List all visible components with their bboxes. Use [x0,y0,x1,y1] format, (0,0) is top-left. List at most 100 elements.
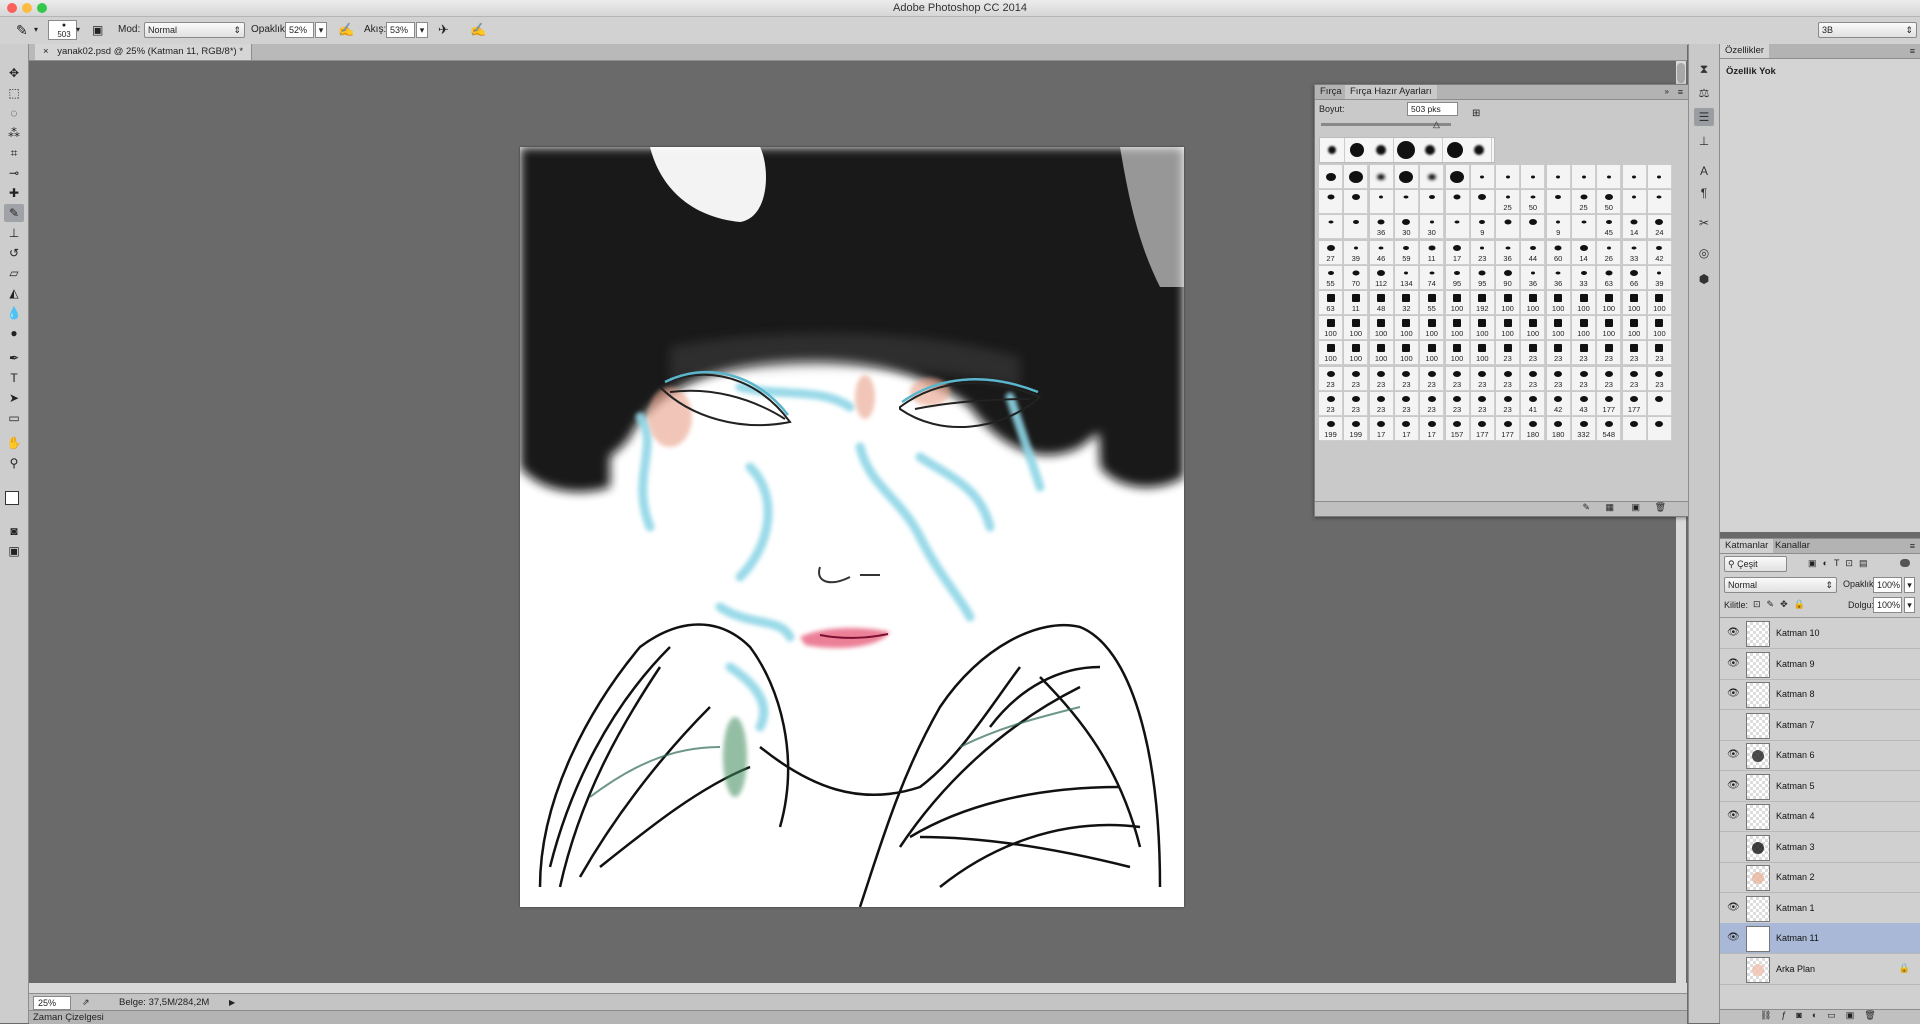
eye-icon[interactable]: 👁 [1727,688,1740,700]
brush-preset[interactable]: 100 [1344,316,1369,341]
brush-preset[interactable]: 100 [1647,316,1672,341]
brush-tool-icon[interactable]: ✎ [16,22,28,38]
brush-preset[interactable]: 23 [1496,341,1521,366]
brush-preset[interactable]: 23 [1344,366,1369,391]
eye-hidden-icon[interactable] [1727,963,1739,975]
brush-preset[interactable]: 17 [1369,417,1394,441]
brush-preset[interactable]: 23 [1319,366,1343,391]
airbrush-icon[interactable]: ✈ [438,22,449,38]
layer-row[interactable]: 👁 Katman 5 [1720,771,1920,802]
brush-preset[interactable] [1344,215,1369,240]
export-icon[interactable]: ⇗ [82,994,90,1011]
layer-row[interactable]: 👁 Katman 6 [1720,740,1920,771]
brush-preset[interactable]: 23 [1445,391,1470,416]
brush-preset[interactable]: 23 [1572,341,1596,366]
3d-icon[interactable]: ⬢ [1694,270,1714,288]
brush-preset[interactable] [1597,165,1622,189]
brush-preset[interactable]: 100 [1445,291,1470,315]
brush-preset[interactable] [1496,165,1521,189]
layer-row[interactable]: Katman 7 [1720,710,1920,741]
brush-preset[interactable]: 23 [1496,391,1521,416]
brush-preset[interactable]: 23 [1394,391,1419,416]
brush-preset[interactable]: 23 [1546,366,1571,391]
brush-preset[interactable]: 100 [1470,316,1495,341]
tab-brush[interactable]: Fırça [1315,85,1347,99]
eye-icon[interactable]: 👁 [1727,749,1740,761]
brush-preset[interactable]: 17 [1420,417,1445,441]
layer-filter-select[interactable]: ⚲ Çeşit [1724,556,1787,572]
brush-preset[interactable]: 95 [1445,265,1470,290]
tab-channels[interactable]: Kanallar [1770,539,1815,553]
clone-stamp-tool-icon[interactable]: ⊥ [4,224,24,242]
eraser-tool-icon[interactable]: ▱ [4,264,24,282]
brush-preset[interactable] [1470,165,1495,189]
quick-select-tool-icon[interactable]: ⁂ [4,124,24,142]
brush-preset[interactable]: 25 [1572,190,1596,215]
brush-preset[interactable]: 30 [1420,215,1445,240]
eye-icon[interactable]: 👁 [1727,902,1740,914]
eye-icon[interactable]: 👁 [1727,658,1740,670]
tab-properties[interactable]: Özellikler [1720,44,1770,58]
recent-brush[interactable] [1344,138,1370,162]
panel-menu-icon[interactable]: ≡ [1905,539,1920,553]
brush-preset[interactable]: 45 [1597,215,1622,240]
recent-brush[interactable] [1442,138,1468,162]
brush-preset[interactable] [1445,190,1470,215]
recent-brush[interactable] [1369,138,1394,162]
panel-menu-icon[interactable]: ≡ [1905,44,1920,58]
pressure-opacity-icon[interactable]: ✍ [338,22,354,38]
brush-preset[interactable]: 100 [1572,291,1596,315]
eye-icon[interactable]: 👁 [1727,780,1740,792]
document-tab[interactable]: × yanak02.psd @ 25% (Katman 11, RGB/8*) … [35,44,253,60]
brush-preset[interactable]: 14 [1622,215,1647,240]
eye-icon[interactable]: 👁 [1727,932,1740,944]
brush-preset[interactable]: 42 [1647,240,1672,265]
brush-preset[interactable] [1319,165,1343,189]
brush-preset[interactable]: 177 [1470,417,1495,441]
brush-preset[interactable]: 23 [1445,366,1470,391]
minimize-window-button[interactable] [22,3,32,13]
brush-preset[interactable]: 23 [1420,391,1445,416]
brush-preset[interactable]: 100 [1572,316,1596,341]
brush-preset[interactable]: 157 [1445,417,1470,441]
brush-preset[interactable] [1546,190,1571,215]
brush-preset[interactable]: 95 [1470,265,1495,290]
brush-preset[interactable] [1647,391,1672,416]
opacity-input[interactable]: 52% [285,22,314,38]
brush-preset[interactable]: 100 [1622,316,1647,341]
brush-preset[interactable] [1420,190,1445,215]
blend-mode-select[interactable]: Normal ⇕ [1724,577,1837,593]
brush-preset[interactable]: 17 [1394,417,1419,441]
brush-preset[interactable]: 23 [1647,366,1672,391]
brush-preset[interactable]: 100 [1420,341,1445,366]
brush-preset[interactable] [1647,417,1672,441]
brush-preset[interactable]: 36 [1546,265,1571,290]
brush-preset[interactable] [1622,190,1647,215]
eye-icon[interactable]: 👁 [1727,627,1740,639]
brush-preset[interactable]: 332 [1572,417,1596,441]
brush-preset[interactable] [1319,215,1343,240]
close-tab-icon[interactable]: × [43,46,49,57]
tool-preset-dropdown[interactable]: ▾ [34,22,38,38]
brush-preset[interactable] [1521,165,1546,189]
brush-preset[interactable]: 11 [1344,291,1369,315]
brush-preset[interactable]: 26 [1597,240,1622,265]
brush-preset[interactable]: 100 [1521,316,1546,341]
brush-preset[interactable]: 199 [1319,417,1343,441]
horizontal-scrollbar[interactable] [29,983,1687,993]
timeline-tab[interactable]: Zaman Çizelgesi [33,1012,104,1023]
brush-preset[interactable]: 11 [1420,240,1445,265]
flow-input[interactable]: 53% [386,22,415,38]
brush-preset[interactable] [1394,190,1419,215]
brush-preset[interactable]: 48 [1369,291,1394,315]
brush-preset[interactable]: 100 [1369,341,1394,366]
brush-preset[interactable]: 177 [1597,391,1622,416]
brush-preset[interactable]: 90 [1496,265,1521,290]
brush-preset[interactable] [1344,165,1369,189]
lasso-tool-icon[interactable]: ◌ [4,104,24,122]
brush-preset[interactable]: 100 [1597,316,1622,341]
brush-preset[interactable]: 23 [1394,366,1419,391]
new-brush-icon[interactable]: ▣ [1631,502,1640,513]
brush-preset[interactable] [1344,190,1369,215]
brush-preset[interactable]: 177 [1622,391,1647,416]
